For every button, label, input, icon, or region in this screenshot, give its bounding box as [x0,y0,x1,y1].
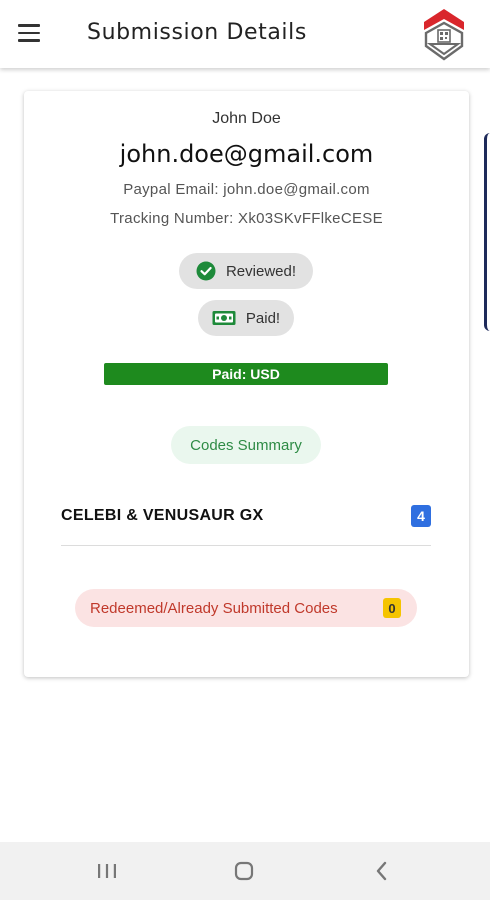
side-drawer-edge [484,133,490,331]
home-icon[interactable] [224,856,264,886]
recents-icon[interactable] [87,856,127,886]
redeemed-count-badge: 0 [383,598,401,618]
code-list-item[interactable]: CELEBI & VENUSAUR GX 4 [61,501,431,546]
system-nav-bar [0,842,490,900]
paid-chip: Paid! [198,300,294,336]
hamburger-menu-icon[interactable] [18,20,48,46]
paypal-email: Paypal Email: john.doe@gmail.com [123,181,370,198]
payment-status-bar: Paid: USD [104,363,388,385]
reviewed-chip: Reviewed! [179,253,313,289]
submitter-email: john.doe@gmail.com [119,140,374,168]
check-circle-icon [196,261,216,281]
code-count-badge: 4 [411,505,431,527]
back-chevron-icon[interactable] [362,856,402,886]
submitter-name: John Doe [212,110,281,127]
app-bar: Submission Details [0,0,490,68]
money-bill-icon [212,311,236,325]
codes-summary-chip: Codes Summary [171,426,321,464]
redeemed-label: Redeemed/Already Submitted Codes [90,599,338,617]
code-name: CELEBI & VENUSAUR GX [61,507,264,524]
submission-card: John Doe john.doe@gmail.com Paypal Email… [24,91,469,677]
reviewed-label: Reviewed! [225,262,297,280]
tracking-number: Tracking Number: Xk03SKvFFlkeCESE [110,210,383,227]
app-logo-shield-icon [424,9,464,61]
paid-label: Paid! [245,309,281,327]
redeemed-codes-button[interactable]: Redeemed/Already Submitted Codes 0 [75,589,417,627]
page-title: Submission Details [87,20,307,45]
